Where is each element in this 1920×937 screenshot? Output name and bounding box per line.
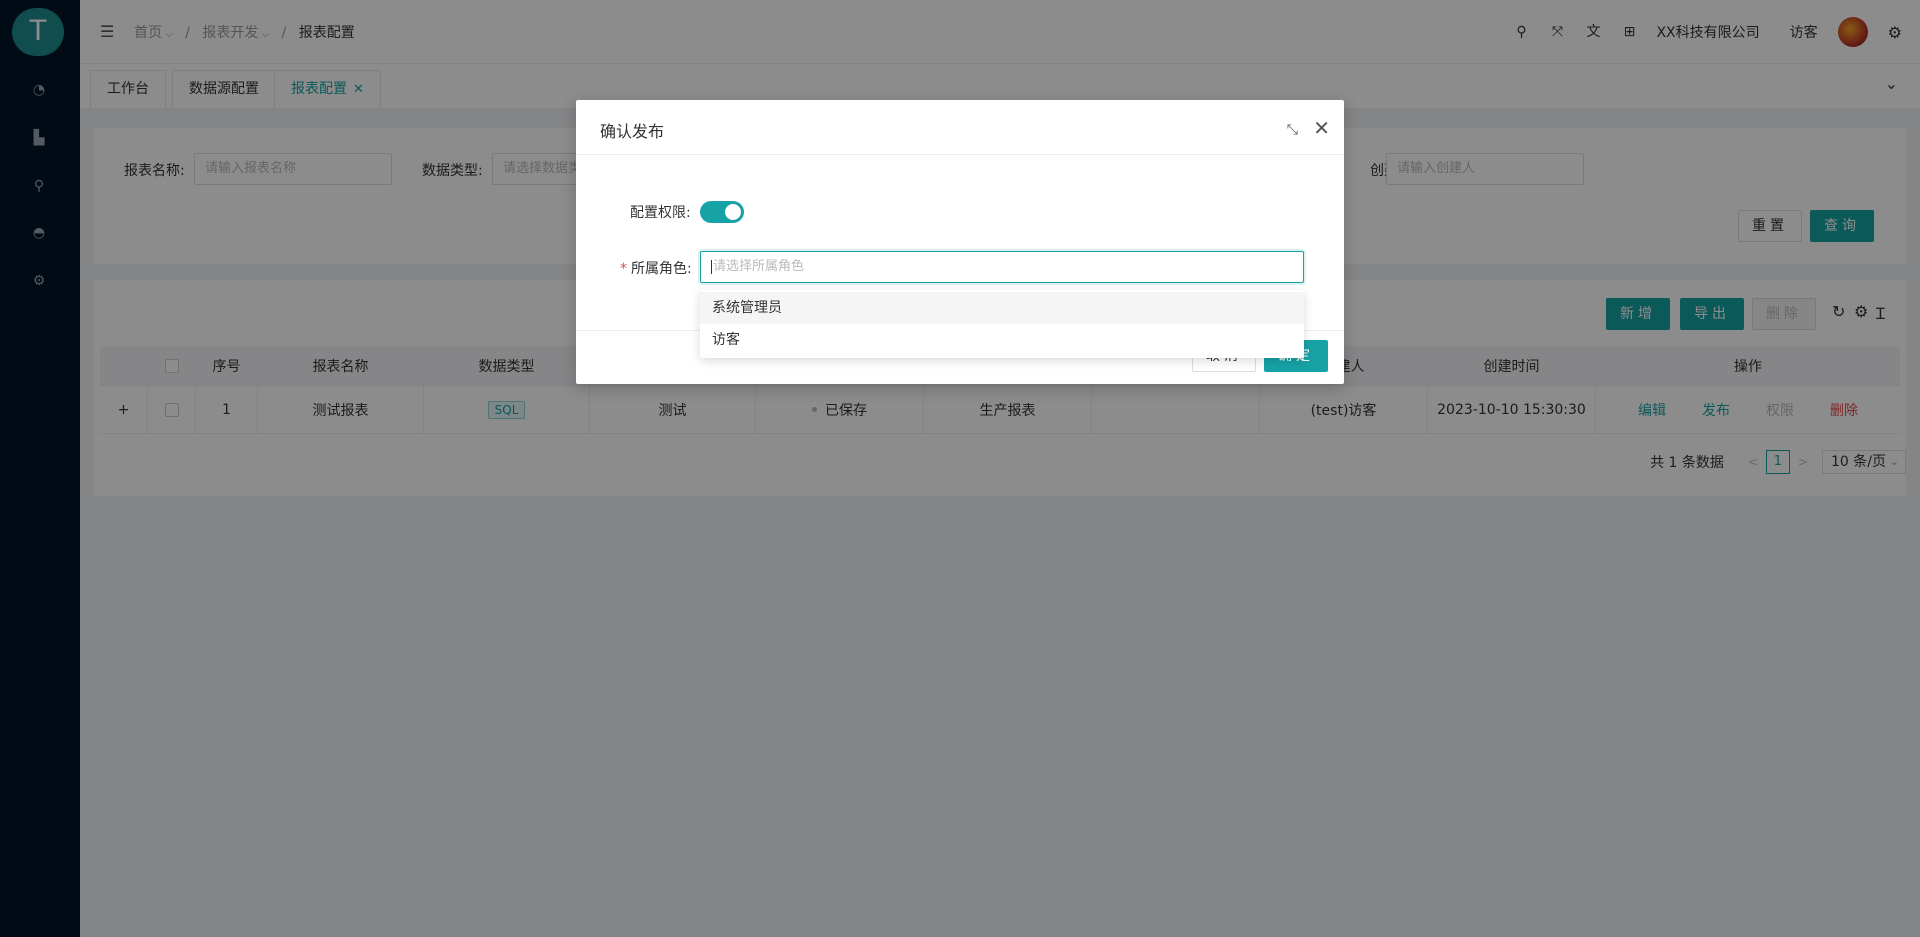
- role-label: * 所属角色:: [620, 261, 692, 277]
- divider: [576, 154, 1344, 155]
- expand-icon[interactable]: ⤡: [1287, 122, 1298, 138]
- role-select[interactable]: 请选择所属角色: [700, 251, 1304, 283]
- role-dropdown: 系统管理员 访客: [700, 290, 1304, 358]
- toggle-knob: [725, 204, 741, 220]
- permission-label: 配置权限:: [630, 205, 691, 221]
- role-option-visitor[interactable]: 访客: [700, 324, 1304, 356]
- role-option-admin[interactable]: 系统管理员: [700, 292, 1304, 324]
- text-caret: [711, 259, 712, 274]
- required-mark: *: [620, 261, 627, 277]
- permission-toggle[interactable]: [700, 201, 744, 223]
- close-icon[interactable]: ✕: [1313, 118, 1330, 138]
- dialog-title: 确认发布: [600, 122, 665, 141]
